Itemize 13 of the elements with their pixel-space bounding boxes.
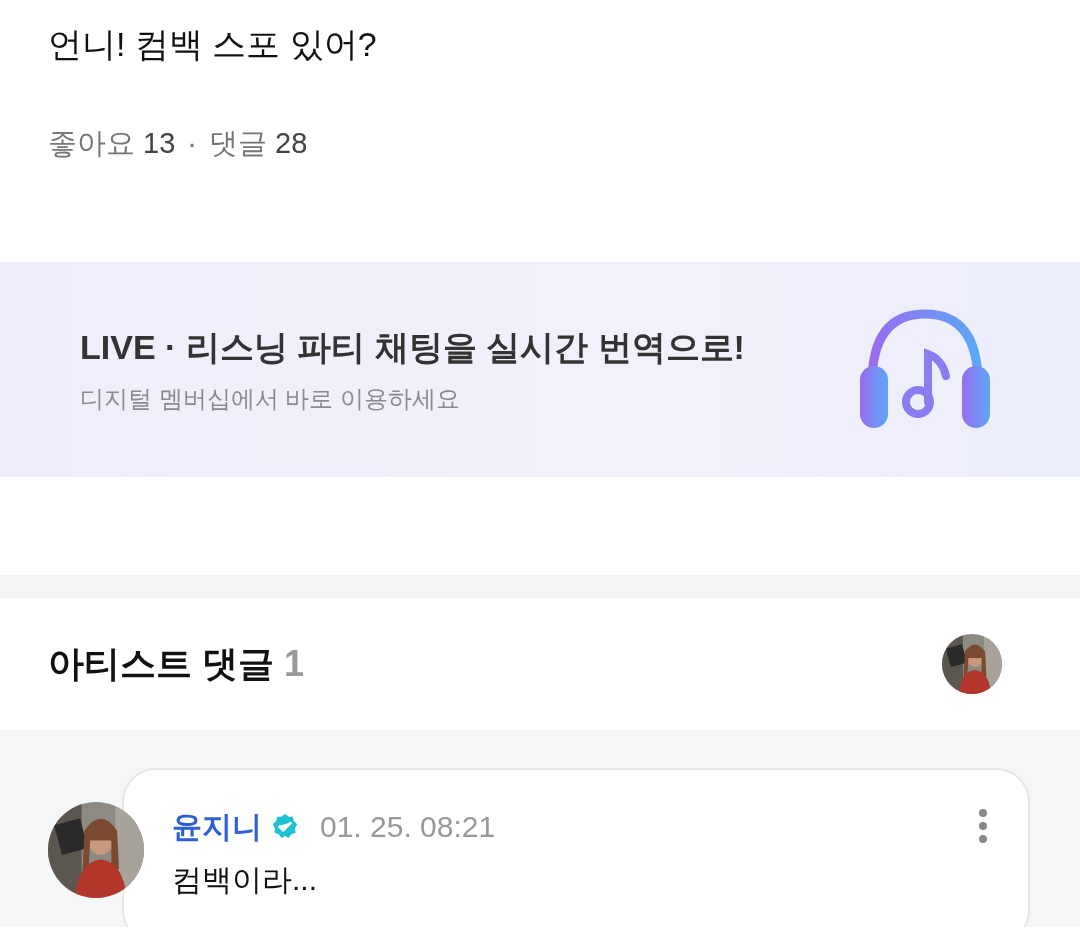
more-options-icon[interactable] xyxy=(978,808,988,845)
author-name[interactable]: 윤지니 xyxy=(172,803,262,849)
section-title: 아티스트 댓글 xyxy=(48,641,274,686)
comment-time: 01. 25. 08:21 xyxy=(320,808,496,845)
separator-dot: · xyxy=(187,126,197,162)
banner-subtitle: 디지털 멤버십에서 바로 이용하세요 xyxy=(80,383,461,414)
comment-text: 컴백이라... xyxy=(172,861,318,898)
comment-count: 1 xyxy=(284,641,305,686)
post-text: 언니! 컴백 스포 있어? xyxy=(47,24,378,65)
banner-title: LIVE · 리스닝 파티 채팅을 실시간 번역으로! xyxy=(80,326,745,368)
comments-count: 댓글 28 xyxy=(209,126,308,162)
likes-count: 좋아요 13 xyxy=(48,126,176,162)
promo-banner[interactable]: LIVE · 리스닝 파티 채팅을 실시간 번역으로! 디지털 멤버십에서 바로 이용하세요 xyxy=(0,261,1080,477)
